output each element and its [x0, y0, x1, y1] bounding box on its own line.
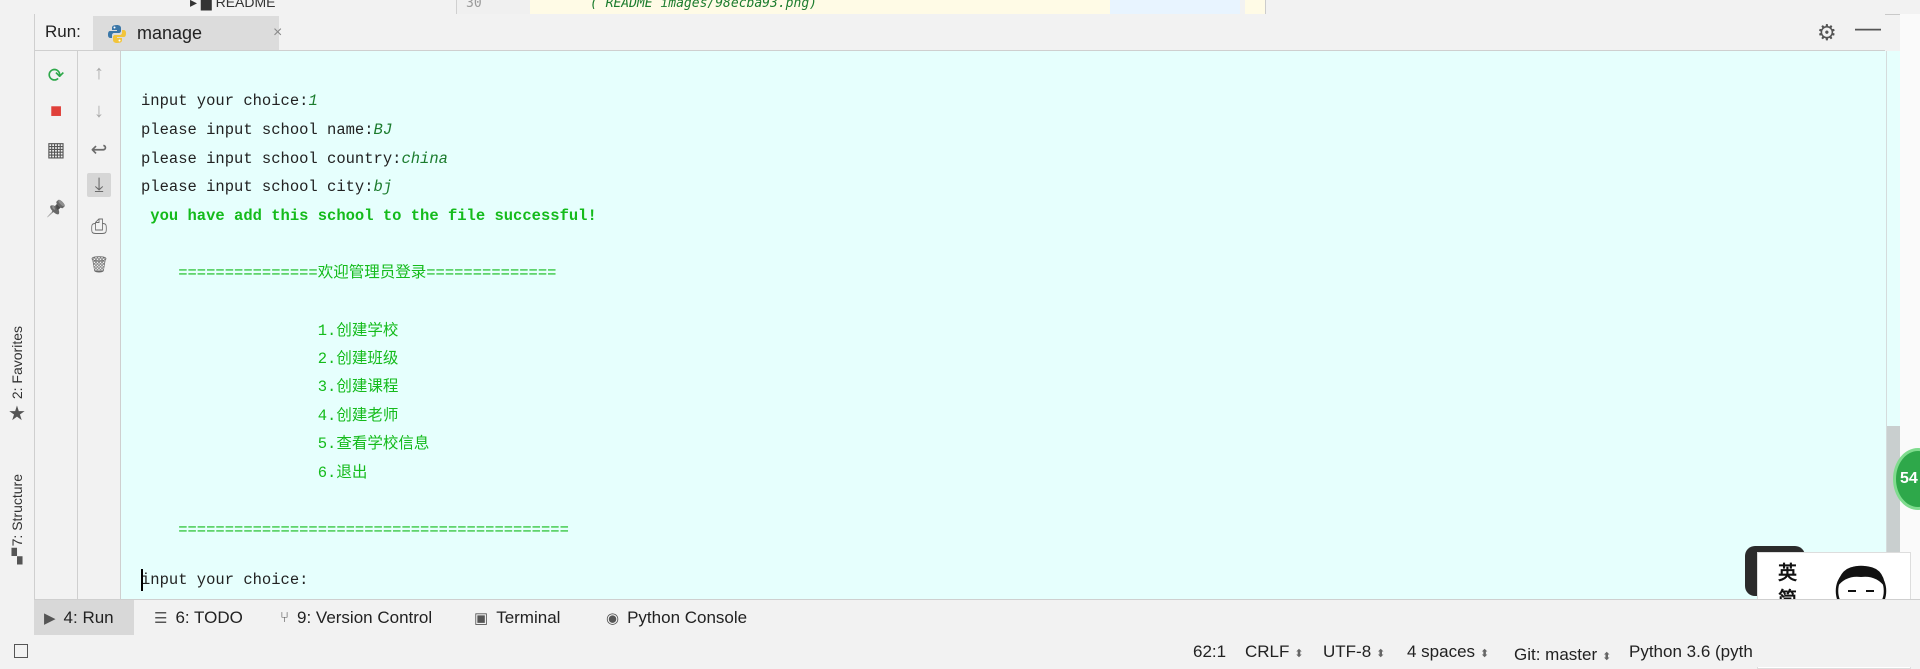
right-edge [1900, 14, 1920, 599]
python-console-icon: ◉ [606, 609, 620, 627]
console-output[interactable]: input your choice:1 please input school … [121, 51, 1886, 599]
chevron-icon: ⬍ [1602, 651, 1612, 663]
stop-icon[interactable]: ■ [44, 99, 68, 123]
tab-run[interactable]: ▶ 4: Run [34, 600, 134, 635]
run-panel-header: Run: manage × ⚙ — [35, 12, 1885, 51]
menu-item: 4.创建老师 [141, 407, 399, 425]
menu-item: 2.创建班级 [141, 350, 399, 368]
console-line: please input school name:BJ [141, 121, 393, 139]
arrow-up-icon[interactable]: ↑ [87, 61, 111, 85]
file-encoding[interactable]: UTF-8 ⬍ [1323, 642, 1385, 662]
interpreter-selector[interactable]: Python 3.6 (pyth [1629, 642, 1753, 662]
print-icon[interactable]: ⎙ [87, 215, 111, 239]
git-branch[interactable]: Git: master ⬍ [1514, 645, 1611, 665]
line-separator-label: CRLF [1245, 642, 1290, 661]
git-branch-label: Git: master [1514, 645, 1598, 664]
console-line: input your choice:1 [141, 92, 318, 110]
tab-version-control[interactable]: ⑂ 9: Version Control [270, 600, 442, 635]
welcome-banner: ===============欢迎管理员登录============== [141, 264, 557, 282]
run-toolbar-secondary: ↑ ↓ ↩ ⤓ ⎙ 🗑 [78, 51, 121, 599]
vertical-scrollbar[interactable] [1886, 51, 1901, 599]
status-bar: 62:1 CRLF ⬍ UTF-8 ⬍ 4 spaces ⬍ Git: master ⬍… [0, 635, 1920, 667]
menu-item: 6.退出 [141, 464, 368, 482]
tab-todo-label: 6: TODO [175, 607, 243, 627]
project-folder-item[interactable]: ▸ ▆ README [190, 0, 275, 11]
tab-todo[interactable]: ☰ 6: TODO [144, 600, 253, 635]
tab-terminal[interactable]: ▣ Terminal [464, 600, 570, 635]
scroll-to-end-icon[interactable]: ⤓ [87, 173, 111, 197]
run-label: Run: [45, 22, 81, 41]
tab-run-label: 4: Run [63, 607, 114, 627]
chevron-icon: ⬍ [1480, 648, 1490, 660]
editor-right-margin [1245, 0, 1266, 14]
menu-item: 3.创建课程 [141, 378, 399, 396]
run-tab-label: manage [137, 23, 203, 43]
todo-icon: ☰ [154, 609, 168, 627]
line-number: 30 [466, 0, 482, 11]
text-cursor [141, 569, 143, 591]
star-icon: ★ [8, 403, 26, 426]
close-icon[interactable]: × [273, 24, 282, 42]
chevron-icon: ⬍ [1294, 648, 1304, 660]
menu-item: 1.创建学校 [141, 322, 399, 340]
gear-icon[interactable]: ⚙ [1817, 20, 1837, 46]
tab-terminal-label: Terminal [496, 607, 561, 627]
success-message: you have add this school to the file suc… [141, 207, 597, 225]
menu-item: 5.查看学校信息 [141, 435, 430, 453]
separator-line: ========================================… [141, 521, 569, 539]
tab-python-console[interactable]: ◉ Python Console [596, 600, 757, 635]
rerun-icon[interactable]: ⟳ [44, 63, 68, 87]
favorites-label: 2: Favorites [9, 326, 25, 400]
chevron-icon: ⬍ [1376, 648, 1386, 660]
left-tool-stripe: 2: Favorites ★ 7: Structure ▚ [0, 14, 35, 599]
tab-version-control-label: 9: Version Control [297, 607, 433, 627]
python-icon [108, 25, 126, 43]
final-prompt: input your choice: [141, 571, 309, 589]
indent-setting[interactable]: 4 spaces ⬍ [1407, 642, 1489, 662]
pin-icon[interactable]: 📌 [44, 197, 68, 221]
tab-python-console-label: Python Console [627, 607, 748, 627]
console-line: please input school city:bj [141, 178, 393, 196]
editor-highlight [1110, 0, 1240, 14]
branch-icon: ⑂ [280, 609, 290, 626]
caret-position[interactable]: 62:1 [1193, 642, 1226, 662]
encoding-label: UTF-8 [1323, 642, 1372, 661]
line-separator[interactable]: CRLF ⬍ [1245, 642, 1304, 662]
favorites-tab[interactable]: 2: Favorites ★ [4, 326, 30, 426]
run-tab-manage[interactable]: manage × [93, 16, 282, 50]
indent-label: 4 spaces [1407, 642, 1476, 661]
layout-icon[interactable]: ▦ [44, 137, 68, 161]
run-icon: ▶ [44, 609, 56, 627]
editor-code-text: ( README images/98ecba93.png) [590, 0, 817, 11]
console-line: please input school country:china [141, 150, 448, 168]
soft-wrap-icon[interactable]: ↩ [87, 137, 111, 161]
structure-icon: ▚ [11, 548, 23, 565]
terminal-icon: ▣ [474, 609, 489, 627]
run-toolbar-primary: ⟳ ■ ▦ 📌 [35, 51, 78, 599]
structure-tab[interactable]: 7: Structure ▚ [4, 474, 30, 565]
trash-icon[interactable]: 🗑 [87, 253, 111, 277]
minimize-icon[interactable]: — [1855, 12, 1881, 43]
tool-windows-icon[interactable] [14, 644, 28, 658]
editor-strip: ▸ ▆ README 30 ( README images/98ecba93.p… [0, 0, 1920, 15]
arrow-down-icon[interactable]: ↓ [87, 99, 111, 123]
tool-window-bar: ▶ 4: Run ☰ 6: TODO ⑂ 9: Version Control … [34, 599, 1920, 636]
structure-label: 7: Structure [9, 474, 25, 547]
